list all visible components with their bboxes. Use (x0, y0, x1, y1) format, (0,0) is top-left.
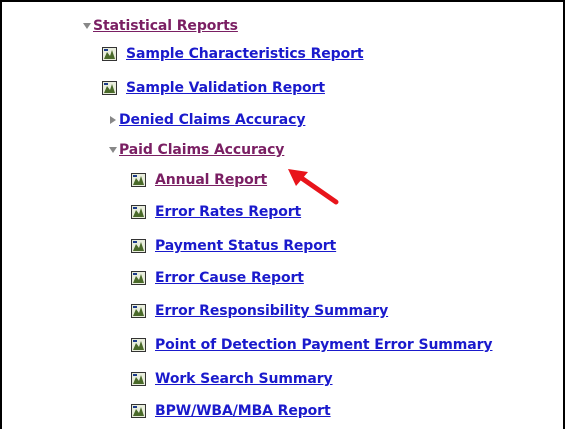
report-document-icon (130, 172, 148, 188)
error-cause-report-link[interactable]: Error Cause Report (155, 270, 304, 286)
paid-claims-accuracy-link[interactable]: Paid Claims Accuracy (119, 142, 284, 158)
report-document-icon (130, 303, 148, 319)
denied-claims-accuracy-link[interactable]: Denied Claims Accuracy (119, 112, 305, 128)
report-tree-panel: Statistical Reports Sample Characteristi… (0, 0, 565, 429)
tree-item-annual-report[interactable]: Annual Report (130, 170, 267, 190)
work-search-summary-link[interactable]: Work Search Summary (155, 371, 333, 387)
tree-node-paid-claims-accuracy[interactable]: Paid Claims Accuracy (109, 140, 284, 160)
tree-item-sample-characteristics-report[interactable]: Sample Characteristics Report (101, 44, 364, 64)
tree-item-bpw-wba-mba-report[interactable]: BPW/WBA/MBA Report (130, 401, 331, 421)
report-document-icon (130, 270, 148, 286)
tree-item-work-search-summary[interactable]: Work Search Summary (130, 369, 333, 389)
tree-item-error-rates-report[interactable]: Error Rates Report (130, 202, 301, 222)
red-arrow-icon (286, 167, 342, 211)
annual-report-link[interactable]: Annual Report (155, 172, 267, 188)
error-responsibility-summary-link[interactable]: Error Responsibility Summary (155, 303, 388, 319)
tree-node-statistical-reports[interactable]: Statistical Reports (83, 16, 238, 36)
tree-item-error-cause-report[interactable]: Error Cause Report (130, 268, 304, 288)
report-document-icon (130, 371, 148, 387)
tree-node-denied-claims-accuracy[interactable]: Denied Claims Accuracy (109, 110, 305, 130)
sample-validation-report-link[interactable]: Sample Validation Report (126, 80, 325, 96)
report-document-icon (130, 337, 148, 353)
bpw-wba-mba-report-link[interactable]: BPW/WBA/MBA Report (155, 403, 331, 419)
payment-status-report-link[interactable]: Payment Status Report (155, 238, 336, 254)
report-document-icon (130, 238, 148, 254)
tree-item-error-responsibility-summary[interactable]: Error Responsibility Summary (130, 301, 388, 321)
statistical-reports-link[interactable]: Statistical Reports (93, 18, 238, 34)
tree-item-payment-status-report[interactable]: Payment Status Report (130, 236, 336, 256)
report-document-icon (101, 46, 119, 62)
error-rates-report-link[interactable]: Error Rates Report (155, 204, 301, 220)
report-document-icon (101, 80, 119, 96)
report-document-icon (130, 403, 148, 419)
triangle-right-icon[interactable] (109, 116, 117, 124)
report-document-icon (130, 204, 148, 220)
tree-item-point-of-detection-payment-error-summary[interactable]: Point of Detection Payment Error Summary (130, 335, 493, 355)
triangle-down-icon[interactable] (109, 146, 117, 154)
point-of-detection-payment-error-summary-link[interactable]: Point of Detection Payment Error Summary (155, 337, 493, 353)
tree-item-sample-validation-report[interactable]: Sample Validation Report (101, 78, 325, 98)
sample-characteristics-report-link[interactable]: Sample Characteristics Report (126, 46, 364, 62)
triangle-down-icon[interactable] (83, 22, 91, 30)
